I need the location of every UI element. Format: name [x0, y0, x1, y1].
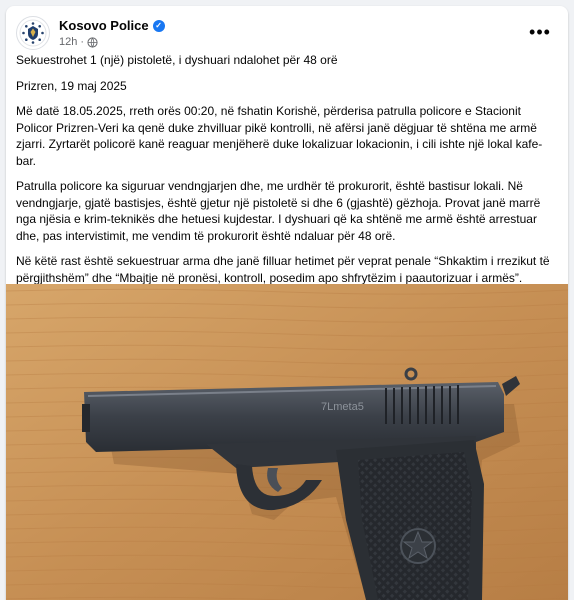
meta-separator: ·: [80, 36, 85, 48]
more-options-button[interactable]: •••: [526, 22, 554, 42]
post-header: Kosovo Police ✓ 12h · •••: [16, 16, 558, 56]
slide-engraving: 7Lmeta5: [321, 401, 364, 413]
facebook-post: Kosovo Police ✓ 12h · ••• Sekuestrohet 1…: [6, 6, 568, 600]
kosovo-police-logo-icon: [19, 19, 47, 47]
pistol-photo-illustration: 7Lmeta5: [6, 284, 568, 600]
globe-icon[interactable]: [87, 36, 98, 48]
post-text: Sekuestrohet 1 (një) pistoletë, i dyshua…: [16, 52, 556, 295]
page-avatar[interactable]: [16, 16, 50, 50]
verified-badge-icon: ✓: [152, 19, 165, 32]
more-dots-icon: •••: [529, 21, 551, 42]
post-headline: Sekuestrohet 1 (një) pistoletë, i dyshua…: [16, 53, 338, 67]
post-time[interactable]: 12h: [59, 36, 77, 48]
post-paragraph: Patrulla policore ka siguruar vendngjarj…: [16, 179, 541, 243]
post-paragraph: Në këtë rast është sekuestruar arma dhe …: [16, 254, 550, 285]
post-photo[interactable]: 7Lmeta5: [6, 284, 568, 600]
post-meta: 12h ·: [59, 36, 98, 48]
post-paragraph: Më datë 18.05.2025, rreth orës 00:20, në…: [16, 104, 543, 168]
post-dateline: Prizren, 19 maj 2025: [16, 78, 127, 93]
page-name[interactable]: Kosovo Police ✓: [59, 18, 165, 33]
author-name[interactable]: Kosovo Police: [59, 18, 149, 33]
